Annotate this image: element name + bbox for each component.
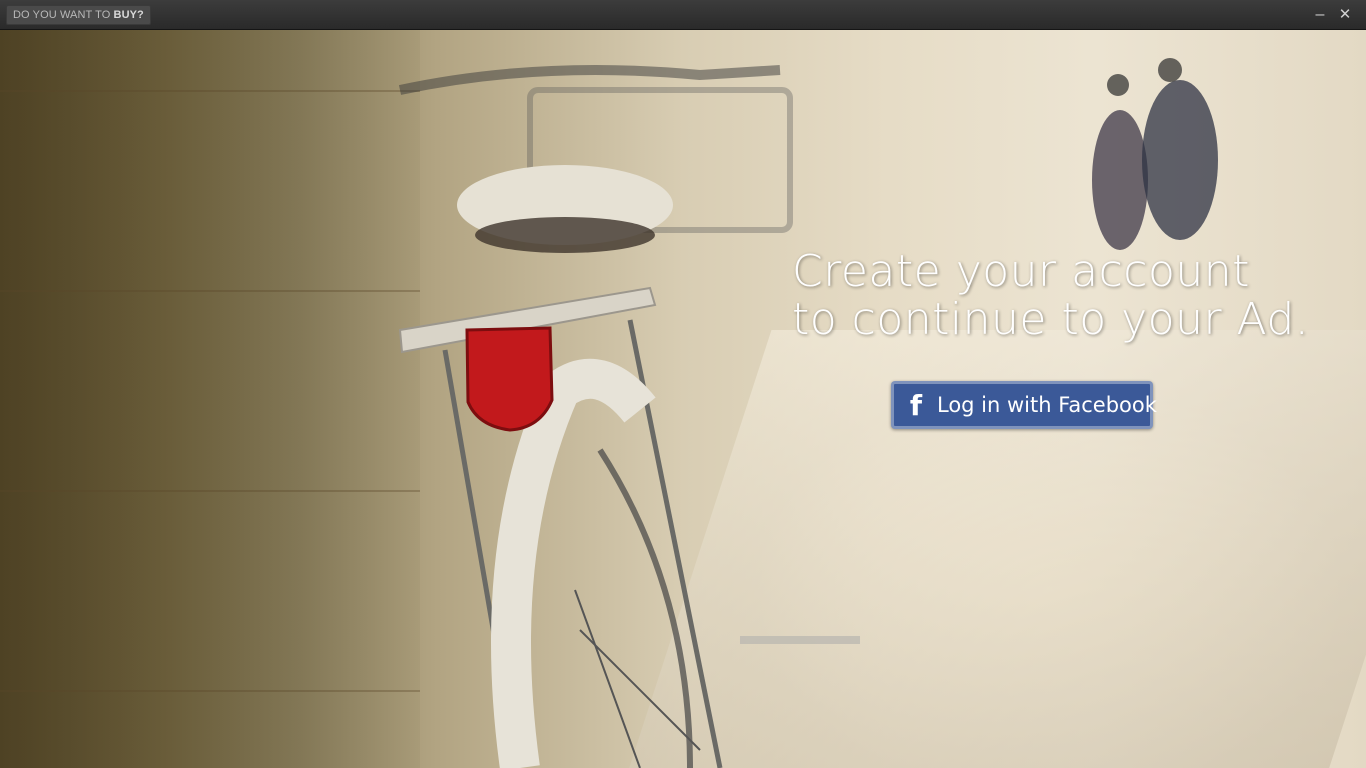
facebook-login-label: Log in with Facebook: [937, 393, 1157, 417]
app-title-badge: DO YOU WANT TO BUY?: [6, 5, 151, 25]
close-icon[interactable]: ✕: [1335, 5, 1355, 25]
bicycle-image: [398, 58, 1218, 768]
headline-line-2: to continue to your Ad.: [792, 294, 1310, 345]
headline-line-1: Create your account: [792, 246, 1250, 297]
title-emphasis: BUY?: [113, 9, 144, 21]
facebook-login-button[interactable]: f Log in with Facebook: [891, 381, 1157, 429]
minimize-icon[interactable]: –: [1310, 5, 1330, 25]
background-photo: Create your account to continue to your …: [0, 30, 1366, 768]
app-window: DO YOU WANT TO BUY? – ✕ Create your acco…: [0, 0, 1366, 768]
title-prefix: DO YOU WANT TO: [13, 9, 111, 21]
facebook-icon: f: [909, 389, 923, 422]
title-bar[interactable]: DO YOU WANT TO BUY? – ✕: [0, 0, 1366, 30]
page-headline: Create your account to continue to your …: [792, 248, 1309, 344]
